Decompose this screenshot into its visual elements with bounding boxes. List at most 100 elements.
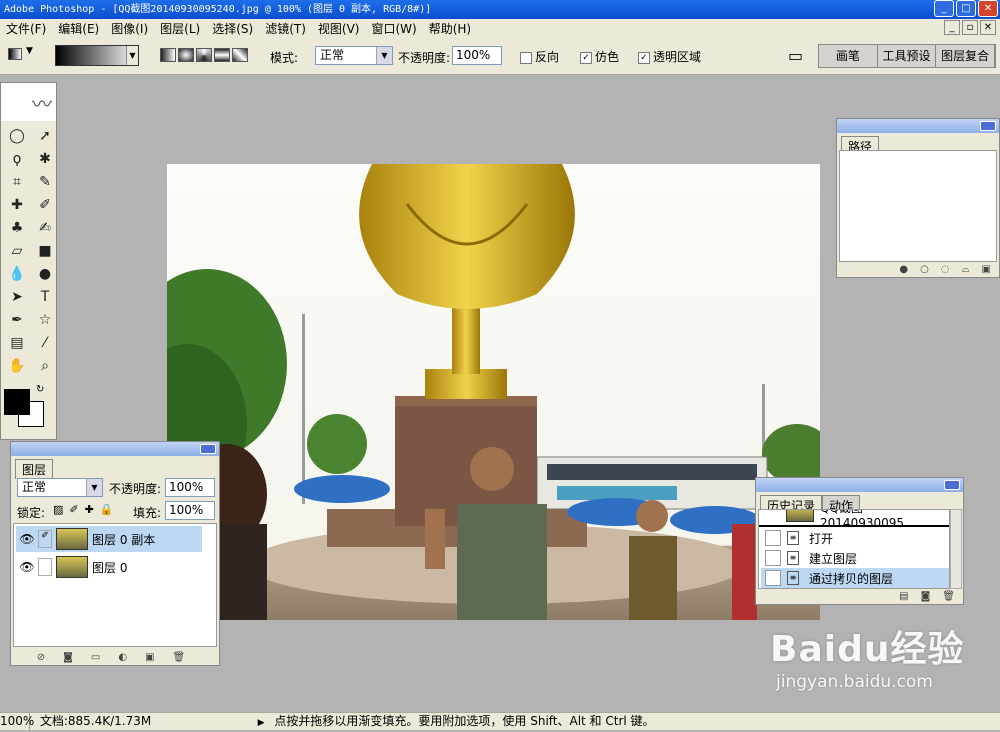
layers-panel-header[interactable] bbox=[11, 442, 219, 456]
make-work-path-icon[interactable]: ⌓ bbox=[962, 264, 970, 275]
document-canvas[interactable] bbox=[167, 164, 820, 620]
document-size[interactable]: 文档:885.4K/1.73M bbox=[34, 713, 254, 730]
dodge-tool-icon[interactable]: ● bbox=[33, 263, 57, 285]
history-source-box[interactable] bbox=[765, 530, 781, 546]
lock-icons[interactable]: ▨✐✚🔒 bbox=[53, 503, 120, 516]
well-tab-brushes[interactable]: 画笔 bbox=[819, 45, 878, 67]
gradient-tool-icon[interactable] bbox=[8, 48, 22, 60]
chevron-down-icon[interactable]: ▼ bbox=[376, 47, 392, 64]
transparency-checkbox[interactable]: ✓ bbox=[638, 51, 650, 64]
new-group-icon[interactable]: ▭ bbox=[91, 652, 100, 663]
linear-gradient-button[interactable] bbox=[160, 48, 176, 62]
new-path-icon[interactable]: ▣ bbox=[982, 264, 991, 275]
radial-gradient-button[interactable] bbox=[178, 48, 194, 62]
angle-gradient-button[interactable] bbox=[196, 48, 212, 62]
link-layers-icon[interactable]: ⊘ bbox=[37, 652, 45, 663]
marquee-tool-icon[interactable]: ◯ bbox=[5, 125, 29, 147]
trash-icon[interactable]: 🗑 bbox=[173, 652, 186, 663]
dither-checkbox[interactable]: ✓ bbox=[580, 51, 592, 64]
menu-image[interactable]: 图像(I) bbox=[111, 20, 148, 37]
chevron-down-icon[interactable]: ▼ bbox=[86, 479, 102, 496]
blur-tool-icon[interactable]: 💧 bbox=[5, 263, 29, 285]
menu-layer[interactable]: 图层(L) bbox=[160, 20, 200, 37]
trash-icon[interactable]: 🗑 bbox=[942, 591, 955, 602]
reverse-option[interactable]: 反向 bbox=[520, 48, 559, 65]
stroke-path-icon[interactable]: ○ bbox=[920, 264, 929, 275]
transparency-option[interactable]: ✓ 透明区域 bbox=[638, 48, 701, 65]
link-box[interactable] bbox=[38, 558, 52, 576]
eyedropper-tool-icon[interactable]: ⁄ bbox=[33, 332, 57, 354]
panel-minimize-button[interactable] bbox=[980, 121, 996, 131]
adjustment-layer-icon[interactable]: ◐ bbox=[118, 652, 127, 663]
zoom-level[interactable]: 100% bbox=[0, 713, 34, 730]
shape-tool-icon[interactable]: ☆ bbox=[33, 309, 57, 331]
maximize-button[interactable]: □ bbox=[956, 0, 976, 17]
swap-colors-icon[interactable]: ↻ bbox=[36, 384, 44, 395]
brush-tool-icon[interactable]: ✐ bbox=[33, 194, 57, 216]
eye-icon[interactable]: 👁 bbox=[16, 532, 38, 546]
history-item[interactable]: ≡ 打开 bbox=[761, 528, 949, 548]
close-button[interactable]: ✕ bbox=[978, 0, 998, 17]
fill-path-icon[interactable]: ● bbox=[899, 264, 908, 275]
type-tool-icon[interactable]: T bbox=[33, 286, 57, 308]
panel-minimize-button[interactable] bbox=[200, 444, 216, 454]
path-selection-tool-icon[interactable]: ➤ bbox=[5, 286, 29, 308]
history-panel-header[interactable] bbox=[756, 478, 963, 492]
lasso-tool-icon[interactable]: ϙ bbox=[5, 148, 29, 170]
menu-select[interactable]: 选择(S) bbox=[212, 20, 253, 37]
well-tab-tool-presets[interactable]: 工具预设 bbox=[878, 45, 937, 67]
gradient-picker[interactable]: ▼ bbox=[55, 45, 139, 66]
menu-window[interactable]: 窗口(W) bbox=[371, 20, 416, 37]
layer-row[interactable]: 👁 ✐ 图层 0 副本 bbox=[16, 526, 202, 552]
gradient-tool-button-icon[interactable]: ■ bbox=[33, 240, 57, 262]
menu-file[interactable]: 文件(F) bbox=[6, 20, 46, 37]
chevron-down-icon[interactable]: ▼ bbox=[126, 46, 138, 65]
reflected-gradient-button[interactable] bbox=[214, 48, 230, 62]
doc-minimize-button[interactable]: _ bbox=[944, 20, 960, 35]
new-layer-icon[interactable]: ▣ bbox=[145, 652, 154, 663]
layer-row[interactable]: 👁 图层 0 bbox=[16, 554, 202, 580]
menu-edit[interactable]: 编辑(E) bbox=[58, 20, 99, 37]
doc-restore-button[interactable]: ▫ bbox=[962, 20, 978, 35]
opacity-input[interactable]: 100% bbox=[452, 46, 502, 65]
blend-mode-select[interactable]: 正常 ▼ bbox=[17, 478, 103, 497]
layer-opacity-input[interactable]: 100% bbox=[165, 478, 215, 497]
menu-view[interactable]: 视图(V) bbox=[318, 20, 360, 37]
slice-tool-icon[interactable]: ✎ bbox=[33, 171, 57, 193]
minimize-button[interactable]: _ bbox=[934, 0, 954, 17]
history-item[interactable]: ≡ 建立图层 bbox=[761, 548, 949, 568]
menu-help[interactable]: 帮助(H) bbox=[429, 20, 471, 37]
notes-tool-icon[interactable]: ▤ bbox=[5, 332, 29, 354]
move-tool-icon[interactable]: ➚ bbox=[33, 125, 57, 147]
dither-option[interactable]: ✓ 仿色 bbox=[580, 48, 619, 65]
menu-filter[interactable]: 滤镜(T) bbox=[265, 20, 306, 37]
load-selection-icon[interactable]: ◌ bbox=[941, 264, 950, 275]
reverse-checkbox[interactable] bbox=[520, 51, 532, 64]
history-source-box[interactable] bbox=[765, 570, 781, 586]
panel-minimize-button[interactable] bbox=[944, 480, 960, 490]
eraser-tool-icon[interactable]: ▱ bbox=[5, 240, 29, 262]
mode-select[interactable]: 正常 ▼ bbox=[315, 46, 393, 65]
history-brush-tool-icon[interactable]: ✍ bbox=[33, 217, 57, 239]
tab-layers[interactable]: 图层 bbox=[15, 459, 54, 479]
brush-link-icon[interactable]: ✐ bbox=[38, 530, 52, 548]
history-snapshot[interactable]: QQ截图20140930095... bbox=[761, 510, 949, 530]
healing-brush-tool-icon[interactable]: ✚ bbox=[5, 194, 29, 216]
fill-input[interactable]: 100% bbox=[165, 501, 215, 520]
pen-tool-icon[interactable]: ✒ bbox=[5, 309, 29, 331]
hand-tool-icon[interactable]: ✋ bbox=[5, 355, 29, 377]
crop-tool-icon[interactable]: ⌗ bbox=[5, 171, 29, 193]
eye-icon[interactable]: 👁 bbox=[16, 560, 38, 574]
new-snapshot-icon[interactable]: ◙ bbox=[921, 591, 931, 602]
doc-close-button[interactable]: ✕ bbox=[980, 20, 996, 35]
history-source-box[interactable] bbox=[765, 550, 781, 566]
zoom-tool-icon[interactable]: ⌕ bbox=[33, 355, 57, 377]
clone-stamp-tool-icon[interactable]: ♣ bbox=[5, 217, 29, 239]
tool-preset-arrow-icon[interactable]: ▼ bbox=[26, 46, 33, 56]
magic-wand-tool-icon[interactable]: ✱ bbox=[33, 148, 57, 170]
well-tab-layer-comps[interactable]: 图层复合 bbox=[936, 45, 996, 67]
file-browser-icon[interactable]: ▭ bbox=[788, 46, 803, 65]
new-document-icon[interactable]: ▤ bbox=[899, 591, 908, 602]
add-mask-icon[interactable]: ◙ bbox=[63, 652, 73, 663]
foreground-color-swatch[interactable] bbox=[4, 389, 30, 415]
